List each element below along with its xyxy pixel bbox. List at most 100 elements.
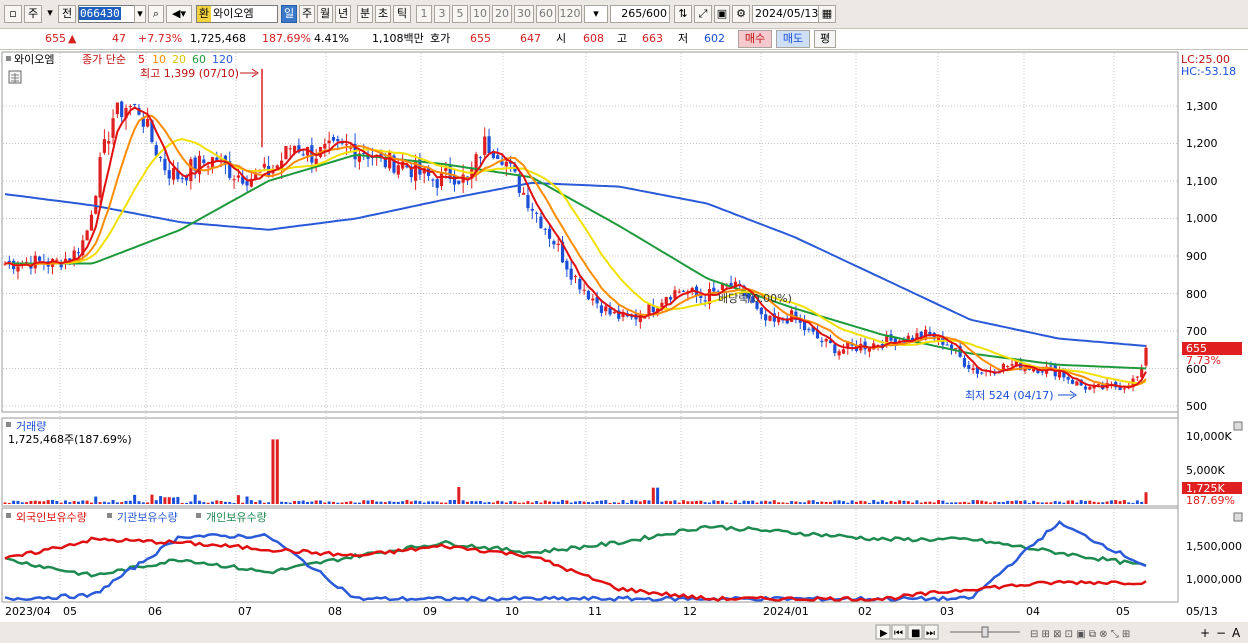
dropdown-arrow-icon[interactable]: ▾	[44, 5, 56, 23]
candle-body	[435, 179, 439, 188]
interval-3[interactable]: 3	[434, 5, 450, 23]
tab-yearly[interactable]: 년	[335, 5, 351, 23]
date-field[interactable]: 2024/05/13	[752, 5, 824, 23]
interval-20[interactable]: 20	[492, 5, 512, 23]
play-icon: ▶	[880, 628, 888, 639]
volume-bar	[487, 501, 491, 504]
volume-y-tick: 10,000K	[1186, 430, 1232, 443]
volume-bar	[1045, 502, 1049, 504]
ma5-legend: 5	[138, 53, 145, 66]
y-tick: 1,000	[1186, 212, 1218, 225]
interval-60[interactable]: 60	[536, 5, 556, 23]
x-tick: 04	[1026, 605, 1040, 618]
period-type-select[interactable]: 주	[24, 5, 42, 23]
volume-bar	[470, 501, 474, 504]
interval-custom-select[interactable]: ▾	[584, 5, 608, 23]
save-icon[interactable]: ▣	[714, 5, 730, 23]
candle-body	[478, 157, 483, 159]
volume-bar	[388, 501, 392, 504]
open-label: 시	[556, 32, 567, 45]
volume-bar	[1071, 500, 1075, 504]
font-size-icon[interactable]: A	[1232, 626, 1241, 640]
volume-bar	[591, 502, 595, 504]
candle-body	[954, 348, 958, 350]
interval-30[interactable]: 30	[514, 5, 534, 23]
prev-button[interactable]: 전	[58, 5, 76, 23]
volume-bar	[405, 499, 409, 504]
candle-body	[949, 344, 954, 349]
volume-value: 1,725,468	[190, 32, 246, 45]
buy-button[interactable]: 매수	[738, 30, 772, 48]
stock-name-field[interactable]: 환 와이오엠	[196, 5, 278, 23]
toolbar-icons[interactable]: ⊟ ⊞ ⊠ ⊡ ▣ ⧉ ⊗ ⤡ ⊞	[1030, 629, 1130, 640]
volume-bar	[517, 502, 521, 504]
holding-panel-close-icon[interactable]	[1233, 512, 1243, 522]
candle-body	[699, 295, 703, 299]
window-menu-icon[interactable]: ▫	[4, 5, 22, 23]
volume-bar	[638, 501, 642, 504]
candle-body	[1057, 371, 1062, 378]
tab-weekly[interactable]: 주	[299, 5, 315, 23]
candle-body	[301, 154, 305, 156]
sell-button[interactable]: 매도	[776, 30, 810, 48]
tab-monthly[interactable]: 월	[317, 5, 333, 23]
volume-bar	[604, 500, 608, 504]
calendar-icon[interactable]: ▦	[818, 5, 836, 23]
interval-10[interactable]: 10	[470, 5, 490, 23]
interval-120[interactable]: 120	[558, 5, 582, 23]
candle-body	[945, 344, 949, 346]
volume-bar	[772, 500, 776, 504]
volume-bar	[1019, 500, 1023, 504]
candle-body	[1040, 371, 1044, 373]
chart-settings-icon[interactable]: ⇅	[674, 5, 692, 23]
volume-bar	[1058, 501, 1062, 504]
zoom-in-icon[interactable]: +	[1200, 626, 1210, 640]
tab-tick[interactable]: 틱	[393, 5, 411, 23]
ma60-legend: 60	[192, 53, 206, 66]
volume-bar	[89, 502, 93, 504]
draw-tool-icon[interactable]: ⤢	[694, 5, 712, 23]
volume-bar	[1109, 500, 1113, 504]
count-field[interactable]: 265/600	[610, 5, 670, 23]
current-price: 655	[45, 32, 66, 45]
zoom-slider-handle[interactable]	[981, 626, 989, 638]
tab-minute[interactable]: 분	[357, 5, 373, 23]
volume-bar	[526, 501, 530, 504]
volume-bar	[1144, 492, 1148, 504]
candle-body	[833, 344, 837, 354]
volume-bar	[695, 500, 699, 504]
candle-body	[552, 241, 556, 245]
volume-bar	[491, 502, 495, 504]
candle-body	[284, 145, 288, 160]
volume-bar	[967, 502, 971, 504]
zoom-out-icon[interactable]: −	[1216, 626, 1226, 640]
low-annotation: 최저 524 (04/17)	[965, 389, 1054, 402]
tab-second[interactable]: 초	[375, 5, 391, 23]
speaker-icon[interactable]: ◀▾	[166, 5, 192, 23]
volume-bar	[803, 502, 807, 504]
volume-bar	[452, 499, 456, 504]
tab-daily[interactable]: 일	[281, 5, 297, 23]
volume-panel-close-icon[interactable]	[1233, 421, 1243, 431]
candle-body	[180, 178, 184, 180]
interval-1[interactable]: 1	[416, 5, 432, 23]
interval-5[interactable]: 5	[452, 5, 468, 23]
panel-marker-icon	[107, 513, 112, 518]
last-icon: ⏭	[926, 628, 935, 639]
volume-bar	[349, 501, 353, 504]
code-dropdown-icon[interactable]: ▾	[134, 5, 146, 23]
eval-button[interactable]: 평	[814, 30, 836, 48]
candle-body	[764, 314, 768, 321]
volume-bar	[1114, 500, 1118, 504]
volume-bar	[29, 500, 33, 504]
volume-bar	[362, 500, 366, 504]
volume-bar	[197, 500, 201, 504]
high-annotation: 최고 1,399 (07/10)	[140, 67, 239, 80]
gear-icon[interactable]: ⚙	[732, 5, 750, 23]
search-icon[interactable]: ⌕	[148, 5, 164, 23]
volume-bar	[431, 501, 435, 504]
x-tick: 05/13	[1186, 605, 1218, 618]
turnover-rate: 4.41%	[314, 32, 349, 45]
low-label: 저	[678, 32, 689, 45]
candle-body	[612, 312, 616, 314]
